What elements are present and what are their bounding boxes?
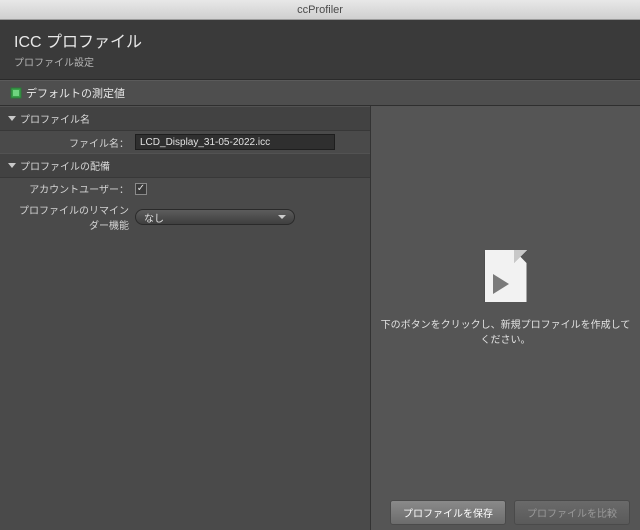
page-header: ICC プロファイル プロファイル設定 [0,20,640,80]
section-title: デフォルトの測定値 [26,85,125,101]
section-bar: デフォルトの測定値 [0,80,640,106]
reminder-label: プロファイルのリマインダー機能 [10,202,135,232]
page-title: ICC プロファイル [14,28,626,52]
row-account-user: アカウントユーザー： ✓ [0,178,370,199]
page-subtitle: プロファイル設定 [14,54,626,69]
disclosure-triangle-icon [8,163,16,168]
group-distribution[interactable]: プロファイルの配備 [0,153,370,178]
preview-area: 下のボタンをクリックし、新規プロファイルを作成してください。 [371,106,640,490]
group-distribution-label: プロファイルの配備 [20,158,110,173]
reminder-value: なし [144,210,164,225]
chevron-down-icon [278,215,286,219]
window-body: ICC プロファイル プロファイル設定 デフォルトの測定値 プロファイル名 ファ… [0,20,640,530]
reminder-select[interactable]: なし [135,209,295,225]
group-profile-name-label: プロファイル名 [20,111,90,126]
footer-buttons: プロファイルを保存 プロファイルを比較 [371,494,640,530]
compare-profile-button: プロファイルを比較 [514,500,630,525]
preview-instruction: 下のボタンをクリックし、新規プロファイルを作成してください。 [371,316,640,346]
window-titlebar: ccProfiler [0,0,640,20]
measurement-icon [10,87,22,99]
save-profile-button[interactable]: プロファイルを保存 [390,500,506,525]
content-area: プロファイル名 ファイル名： プロファイルの配備 アカウントユーザー： ✓ プロ… [0,106,640,530]
preview-panel: 下のボタンをクリックし、新規プロファイルを作成してください。 プロファイルを保存… [370,106,640,530]
window-title: ccProfiler [297,4,343,16]
disclosure-triangle-icon [8,116,16,121]
account-user-checkbox[interactable]: ✓ [135,183,147,195]
account-user-label: アカウントユーザー： [10,181,135,196]
row-filename: ファイル名： [0,131,370,153]
settings-panel: プロファイル名 ファイル名： プロファイルの配備 アカウントユーザー： ✓ プロ… [0,106,370,530]
filename-input[interactable] [135,134,335,150]
row-reminder: プロファイルのリマインダー機能 なし [0,199,370,235]
filename-label: ファイル名： [10,135,135,150]
profile-document-icon [485,250,527,302]
group-profile-name[interactable]: プロファイル名 [0,106,370,131]
